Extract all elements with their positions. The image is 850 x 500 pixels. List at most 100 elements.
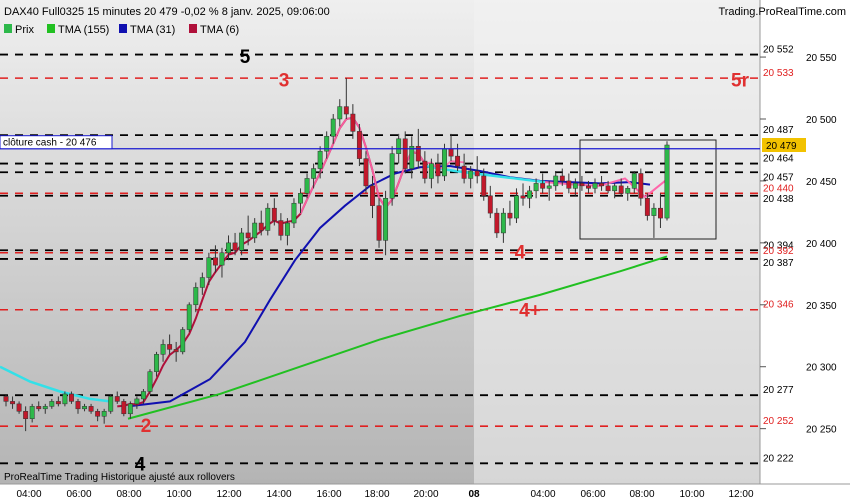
candle-body	[442, 148, 447, 177]
candle-body	[494, 212, 500, 234]
last-price-label: 20 479	[766, 141, 797, 152]
candle-body	[527, 190, 533, 199]
candle-body	[566, 180, 572, 189]
level-label: 20 438	[763, 194, 794, 205]
level-label: 20 552	[763, 45, 794, 56]
candle-body	[363, 158, 369, 187]
candle-body	[304, 178, 310, 194]
candle-body	[350, 113, 356, 132]
candle-body	[586, 185, 591, 189]
candle-body	[134, 398, 140, 405]
legend-swatch-tma31	[119, 24, 127, 33]
wave-label: 3	[279, 70, 290, 91]
candle-body	[291, 202, 297, 224]
x-tick-label: 10:00	[679, 489, 704, 500]
candle-body	[631, 173, 637, 189]
candle-body	[553, 175, 559, 187]
legend-label-tma31[interactable]: TMA (31)	[130, 24, 175, 36]
candle-body	[180, 329, 186, 353]
candle-body	[664, 144, 670, 219]
candle-body	[461, 165, 467, 179]
candle-body	[370, 185, 375, 206]
candle-body	[82, 406, 87, 410]
candle-body	[101, 411, 107, 417]
candle-body	[402, 138, 408, 169]
candle-body	[356, 131, 362, 159]
candle-body	[599, 183, 605, 187]
x-tick-label: 08:00	[629, 489, 654, 500]
legend-swatch-tma6	[189, 24, 197, 33]
candle-body	[226, 242, 231, 254]
level-label: 20 533	[763, 68, 794, 79]
candle-body	[546, 185, 552, 189]
x-tick-label: 18:00	[364, 489, 389, 500]
y-tick-label: 20 250	[806, 425, 837, 436]
candle-body	[16, 403, 22, 412]
candle-body	[265, 207, 271, 231]
candle-body	[147, 371, 153, 392]
candle-body	[533, 183, 539, 192]
level-label: 20 464	[763, 154, 794, 165]
candle-body	[75, 401, 81, 410]
candle-body	[29, 406, 35, 419]
candle-body	[10, 401, 15, 405]
candle-body	[232, 242, 238, 251]
candle-body	[206, 257, 212, 278]
chart-canvas: 20 55220 53320 48720 46420 45720 44020 4…	[0, 0, 850, 500]
y-tick-label: 20 550	[806, 53, 837, 64]
candle-body	[212, 257, 218, 266]
candle-body	[3, 396, 9, 402]
candle-body	[245, 232, 251, 239]
legend-label-tma155[interactable]: TMA (155)	[58, 24, 109, 36]
candle-body	[658, 207, 663, 219]
candle-body	[383, 198, 389, 241]
candle-body	[199, 277, 205, 288]
candle-body	[612, 185, 618, 192]
candle-body	[487, 195, 493, 214]
candle-body	[278, 220, 284, 236]
level-label: 20 277	[763, 385, 794, 396]
candle-body	[193, 287, 199, 306]
x-axis: 04:00 06:00 08:00 10:00 12:00 14:00 16:00 18:00…	[0, 483, 850, 500]
legend-label-tma6[interactable]: TMA (6)	[200, 24, 239, 36]
candle-body	[592, 183, 598, 189]
level-label: 20 392	[763, 246, 794, 257]
candle-body	[154, 354, 159, 372]
footer-note: ProRealTime Trading Historique ajusté au…	[4, 472, 235, 483]
candle-body	[127, 403, 133, 415]
x-tick-label: 10:00	[166, 489, 191, 500]
candle-body	[572, 183, 578, 189]
candle-body	[514, 195, 519, 219]
candle-body	[121, 401, 127, 415]
x-tick-label: 14:00	[266, 489, 291, 500]
candle-body	[298, 193, 303, 204]
site-label[interactable]: Trading.ProRealTime.com	[718, 6, 846, 18]
y-tick-label: 20 300	[806, 363, 837, 374]
legend-swatch-tma155	[47, 24, 55, 33]
candle-body	[343, 106, 349, 115]
candle-body	[435, 163, 441, 177]
candle-body	[317, 150, 323, 169]
candle-body	[23, 411, 29, 419]
y-tick-label: 20 450	[806, 177, 837, 188]
candle-body	[219, 252, 225, 266]
candle-body	[428, 163, 434, 179]
candle-body	[337, 106, 343, 120]
candle-body	[422, 160, 428, 179]
y-tick-label: 20 500	[806, 115, 837, 126]
candle-body	[88, 406, 94, 412]
level-label: 20 222	[763, 453, 794, 464]
candle-body	[239, 232, 245, 251]
x-tick-label: 12:00	[728, 489, 753, 500]
x-tick-label: 08:00	[116, 489, 141, 500]
legend-label-prix[interactable]: Prix	[15, 24, 34, 36]
candle-body	[500, 212, 506, 234]
level-label: 20 487	[763, 125, 794, 136]
x-tick-label: 12:00	[216, 489, 241, 500]
wave-label: 2	[141, 416, 152, 437]
wave-label: 5r	[731, 70, 750, 91]
chart-title: DAX40 Full0325 15 minutes 20 479 -0,02 %…	[4, 6, 330, 18]
candle-body	[252, 222, 258, 239]
legend-swatch-prix	[4, 24, 12, 33]
candle-body	[448, 148, 454, 157]
